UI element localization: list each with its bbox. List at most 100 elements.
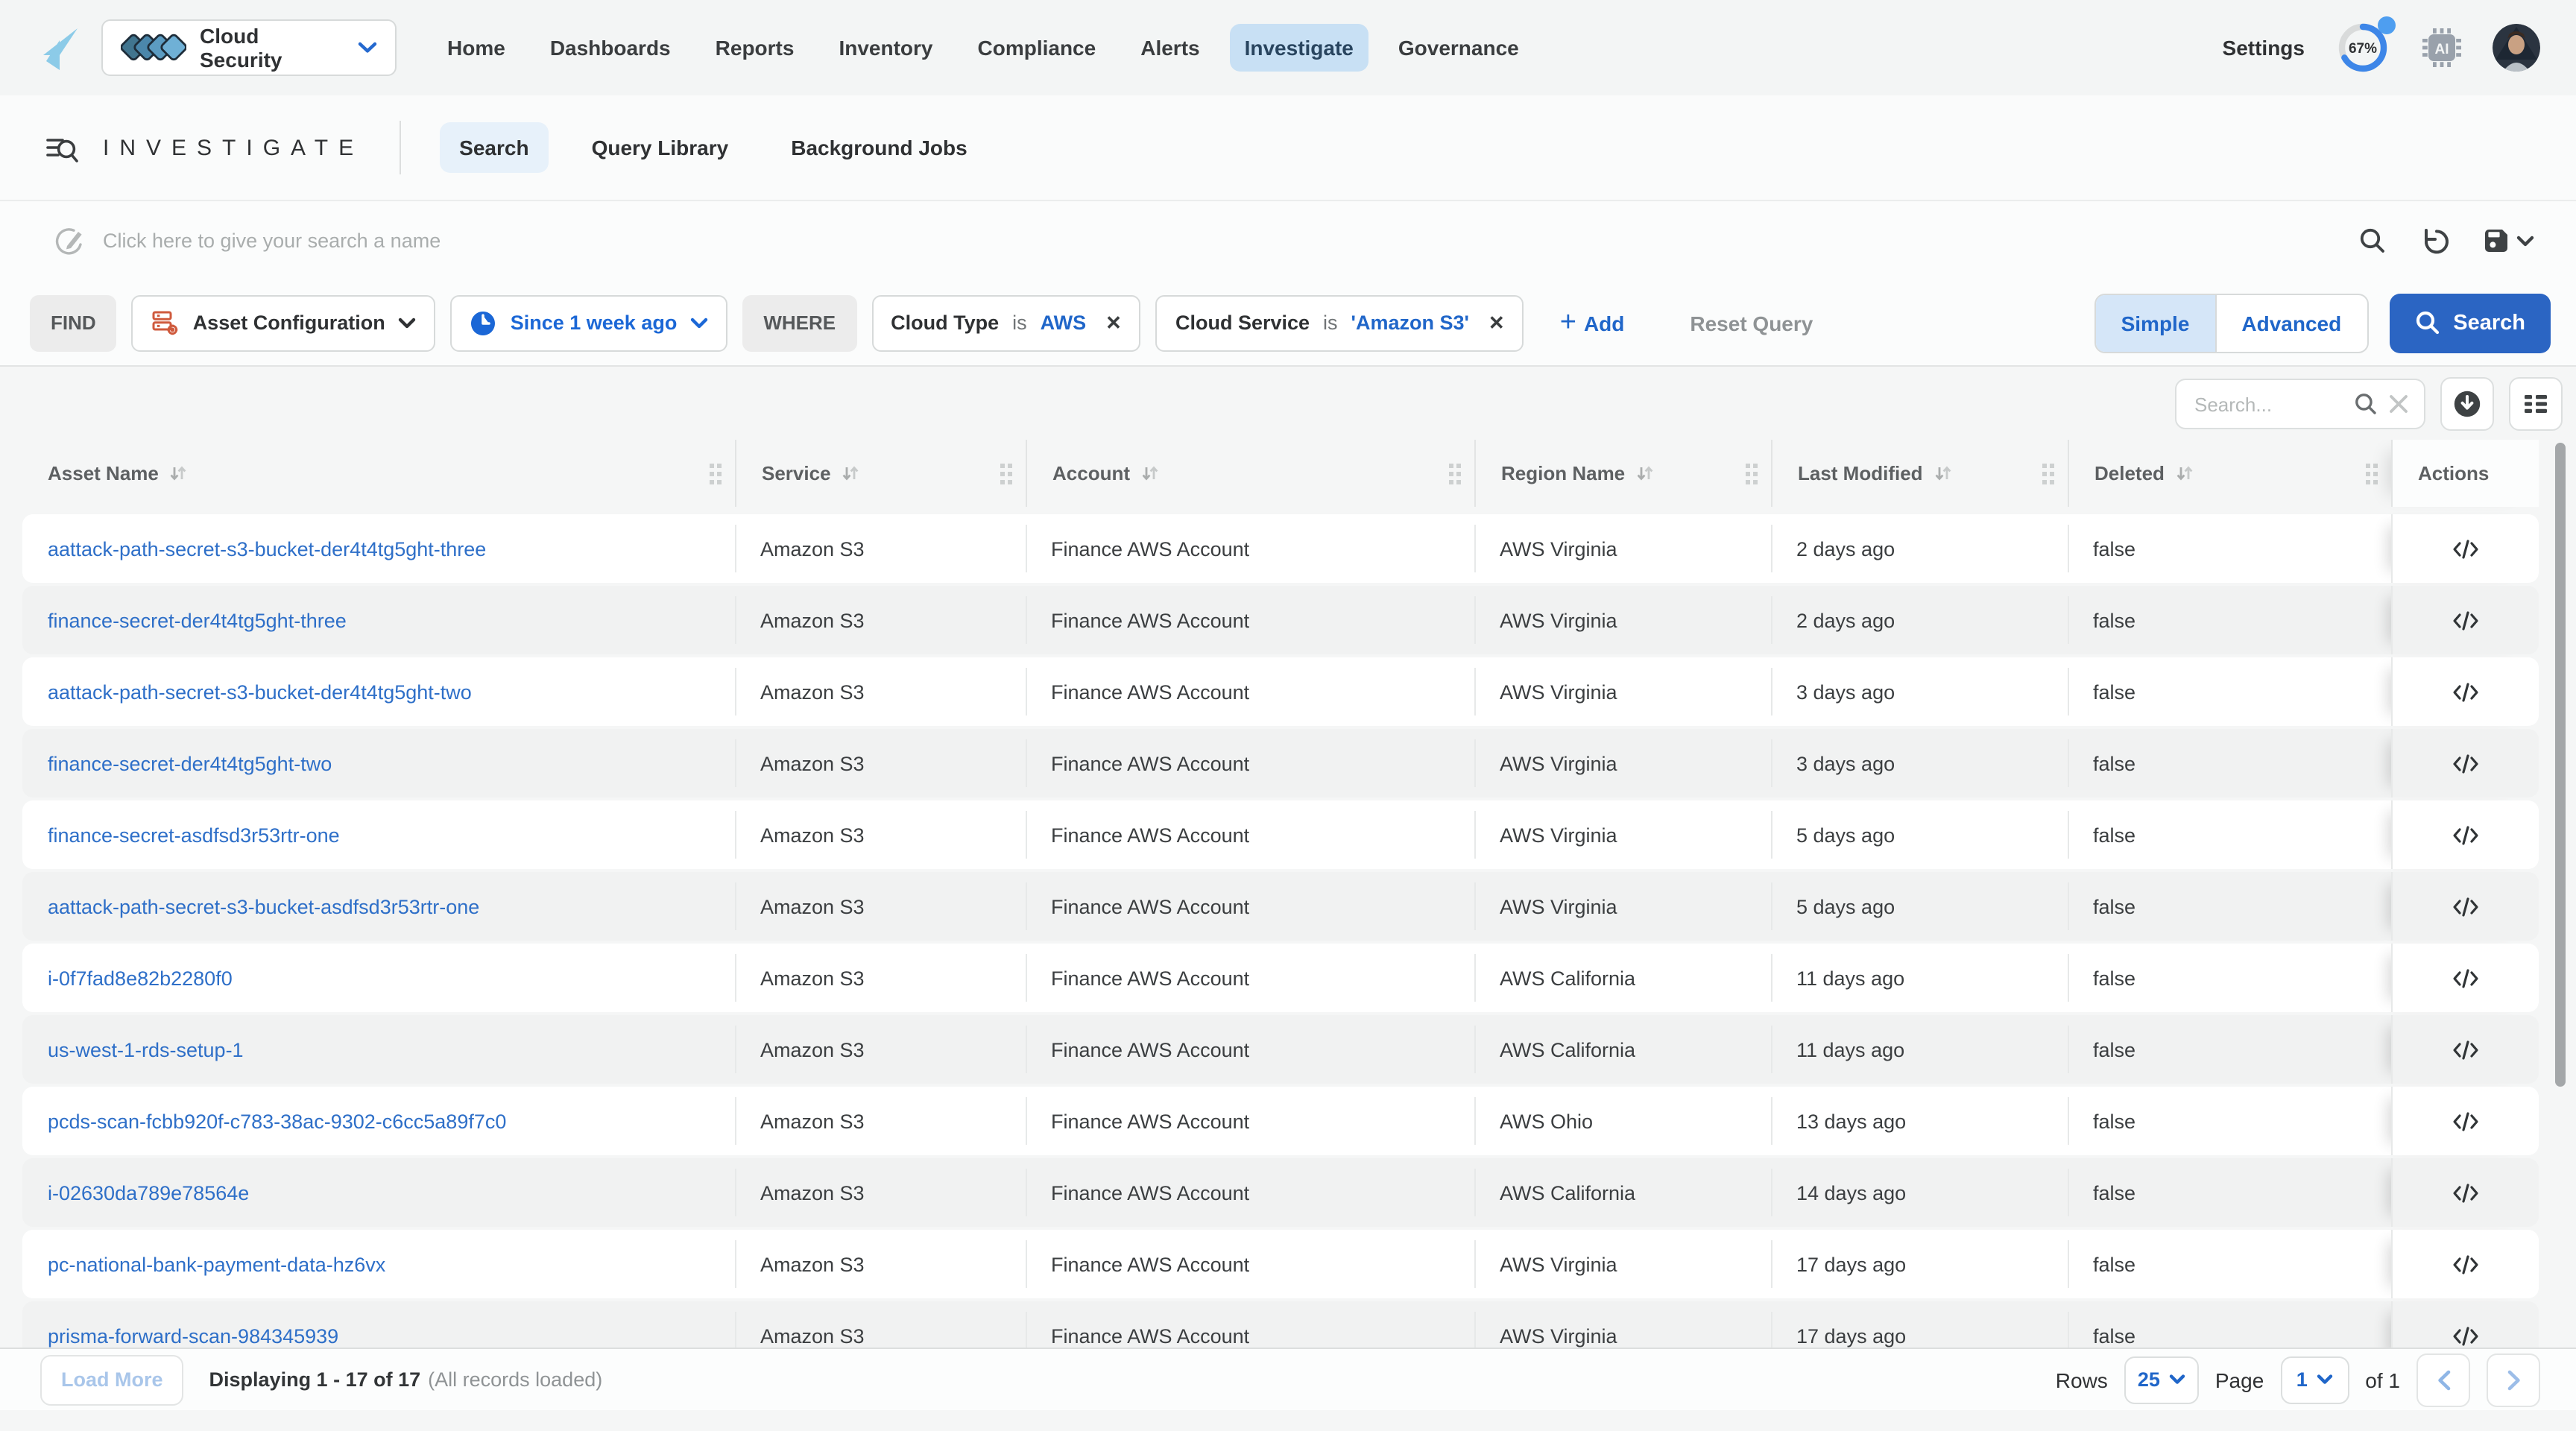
rows-per-page-select[interactable]: 25 — [2124, 1356, 2199, 1403]
column-header-service[interactable]: Service — [735, 440, 1026, 507]
ai-copilot-icon[interactable]: AI — [2421, 27, 2463, 69]
asset-name-link[interactable]: pc-national-bank-payment-data-hz6vx — [48, 1253, 385, 1275]
page-number-select[interactable]: 1 — [2280, 1356, 2349, 1403]
row-actions-cell[interactable] — [2391, 872, 2539, 941]
column-header-deleted[interactable]: Deleted — [2068, 440, 2391, 507]
filter-chip-cloud-type[interactable]: Cloud TypeisAWS✕ — [871, 294, 1141, 351]
row-actions-cell[interactable] — [2391, 657, 2539, 726]
search-button[interactable]: Search — [2389, 293, 2551, 353]
time-range-dropdown[interactable]: Since 1 week ago — [451, 294, 728, 351]
product-switcher[interactable]: Cloud Security — [101, 19, 397, 76]
asset-name-link[interactable]: i-02630da789e78564e — [48, 1181, 249, 1204]
filter-chip-cloud-service[interactable]: Cloud Serviceis'Amazon S3'✕ — [1156, 294, 1524, 351]
sort-icon[interactable] — [1933, 464, 1953, 483]
user-avatar[interactable] — [2493, 24, 2540, 72]
row-actions-cell[interactable] — [2391, 800, 2539, 869]
undo-icon[interactable] — [2419, 227, 2449, 255]
usage-credits-ring[interactable]: 67% — [2334, 19, 2391, 76]
row-actions-cell[interactable] — [2391, 586, 2539, 654]
column-drag-handle-icon[interactable] — [2364, 461, 2379, 485]
asset-name-link[interactable]: i-0f7fad8e82b2280f0 — [48, 967, 233, 989]
download-button[interactable] — [2440, 377, 2494, 431]
row-actions-cell[interactable] — [2391, 1230, 2539, 1298]
remove-filter-icon[interactable]: ✕ — [1489, 311, 1505, 335]
remove-filter-icon[interactable]: ✕ — [1105, 311, 1122, 335]
row-actions-cell[interactable] — [2391, 1158, 2539, 1227]
column-drag-handle-icon[interactable] — [708, 461, 723, 485]
asset-name-link[interactable]: prisma-forward-scan-984345939 — [48, 1324, 338, 1347]
search-name-input[interactable] — [100, 228, 941, 253]
vertical-scrollbar[interactable] — [2555, 443, 2566, 1087]
row-actions-cell[interactable] — [2391, 729, 2539, 797]
sort-icon[interactable] — [842, 464, 861, 483]
asset-name-link[interactable]: aattack-path-secret-s3-bucket-der4t4tg5g… — [48, 680, 472, 703]
nav-item-governance[interactable]: Governance — [1383, 24, 1534, 72]
service-cell: Amazon S3 — [735, 657, 1026, 726]
column-header-region-name[interactable]: Region Name — [1474, 440, 1771, 507]
column-drag-handle-icon[interactable] — [2041, 461, 2056, 485]
nav-item-reports[interactable]: Reports — [701, 24, 809, 72]
nav-item-compliance[interactable]: Compliance — [963, 24, 1111, 72]
code-actions-icon[interactable] — [2452, 968, 2478, 988]
column-settings-button[interactable] — [2509, 377, 2563, 431]
row-actions-cell[interactable] — [2391, 514, 2539, 583]
code-actions-icon[interactable] — [2452, 610, 2478, 630]
sort-icon[interactable] — [1140, 464, 1160, 483]
asset-name-link[interactable]: finance-secret-der4t4tg5ght-two — [48, 752, 332, 774]
asset-name-link[interactable]: us-west-1-rds-setup-1 — [48, 1038, 244, 1061]
nav-item-alerts[interactable]: Alerts — [1126, 24, 1214, 72]
tab-background-jobs[interactable]: Background Jobs — [771, 122, 987, 173]
sort-icon[interactable] — [1635, 464, 1655, 483]
code-actions-icon[interactable] — [2452, 1326, 2478, 1345]
investigate-search-list-icon — [45, 132, 79, 163]
column-header-account[interactable]: Account — [1026, 440, 1474, 507]
clear-search-icon[interactable] — [2388, 394, 2409, 414]
settings-link[interactable]: Settings — [2223, 36, 2305, 60]
load-more-button[interactable]: Load More — [40, 1354, 184, 1405]
asset-name-link[interactable]: finance-secret-asdfsd3r53rtr-one — [48, 824, 340, 846]
code-actions-icon[interactable] — [2452, 539, 2478, 558]
sort-icon[interactable] — [2175, 464, 2194, 483]
nav-item-home[interactable]: Home — [432, 24, 520, 72]
entity-type-dropdown[interactable]: Asset Configuration — [132, 294, 436, 351]
asset-name-link[interactable]: aattack-path-secret-s3-bucket-der4t4tg5g… — [48, 537, 486, 560]
row-actions-cell[interactable] — [2391, 944, 2539, 1012]
simple-mode-tab[interactable]: Simple — [2096, 294, 2215, 351]
advanced-mode-tab[interactable]: Advanced — [2214, 294, 2367, 351]
row-actions-cell[interactable] — [2391, 1301, 2539, 1351]
table-search-input[interactable] — [2191, 391, 2343, 417]
nav-item-investigate[interactable]: Investigate — [1230, 24, 1368, 72]
column-drag-handle-icon[interactable] — [1744, 461, 1759, 485]
code-actions-icon[interactable] — [2452, 754, 2478, 773]
code-actions-icon[interactable] — [2452, 1111, 2478, 1131]
add-filter-button[interactable]: + Add — [1551, 307, 1634, 338]
column-header-last-modified[interactable]: Last Modified — [1771, 440, 2068, 507]
asset-name-link[interactable]: aattack-path-secret-s3-bucket-asdfsd3r53… — [48, 895, 479, 917]
code-actions-icon[interactable] — [2452, 897, 2478, 916]
code-actions-icon[interactable] — [2452, 1254, 2478, 1274]
sort-icon[interactable] — [169, 464, 189, 483]
next-page-button[interactable] — [2487, 1353, 2540, 1406]
asset-name-link[interactable]: finance-secret-der4t4tg5ght-three — [48, 609, 347, 631]
previous-page-button[interactable] — [2416, 1353, 2470, 1406]
column-header-asset-name[interactable]: Asset Name — [22, 440, 735, 507]
column-drag-handle-icon[interactable] — [999, 461, 1014, 485]
search-icon[interactable] — [2358, 227, 2387, 255]
column-header-actions[interactable]: Actions — [2391, 440, 2539, 507]
tab-query-library[interactable]: Query Library — [572, 122, 748, 173]
region-cell: AWS Virginia — [1474, 872, 1771, 941]
save-menu-button[interactable] — [2482, 227, 2534, 255]
nav-item-dashboards[interactable]: Dashboards — [535, 24, 686, 72]
column-drag-handle-icon[interactable] — [1448, 461, 1462, 485]
code-actions-icon[interactable] — [2452, 682, 2478, 701]
code-actions-icon[interactable] — [2452, 825, 2478, 844]
code-actions-icon[interactable] — [2452, 1040, 2478, 1059]
search-icon[interactable] — [2354, 392, 2378, 416]
asset-name-link[interactable]: pcds-scan-fcbb920f-c783-38ac-9302-c6cc5a… — [48, 1110, 506, 1132]
tab-search[interactable]: Search — [440, 122, 548, 173]
nav-item-inventory[interactable]: Inventory — [824, 24, 947, 72]
row-actions-cell[interactable] — [2391, 1015, 2539, 1084]
code-actions-icon[interactable] — [2452, 1183, 2478, 1202]
reset-query-button[interactable]: Reset Query — [1681, 309, 1822, 336]
row-actions-cell[interactable] — [2391, 1087, 2539, 1155]
